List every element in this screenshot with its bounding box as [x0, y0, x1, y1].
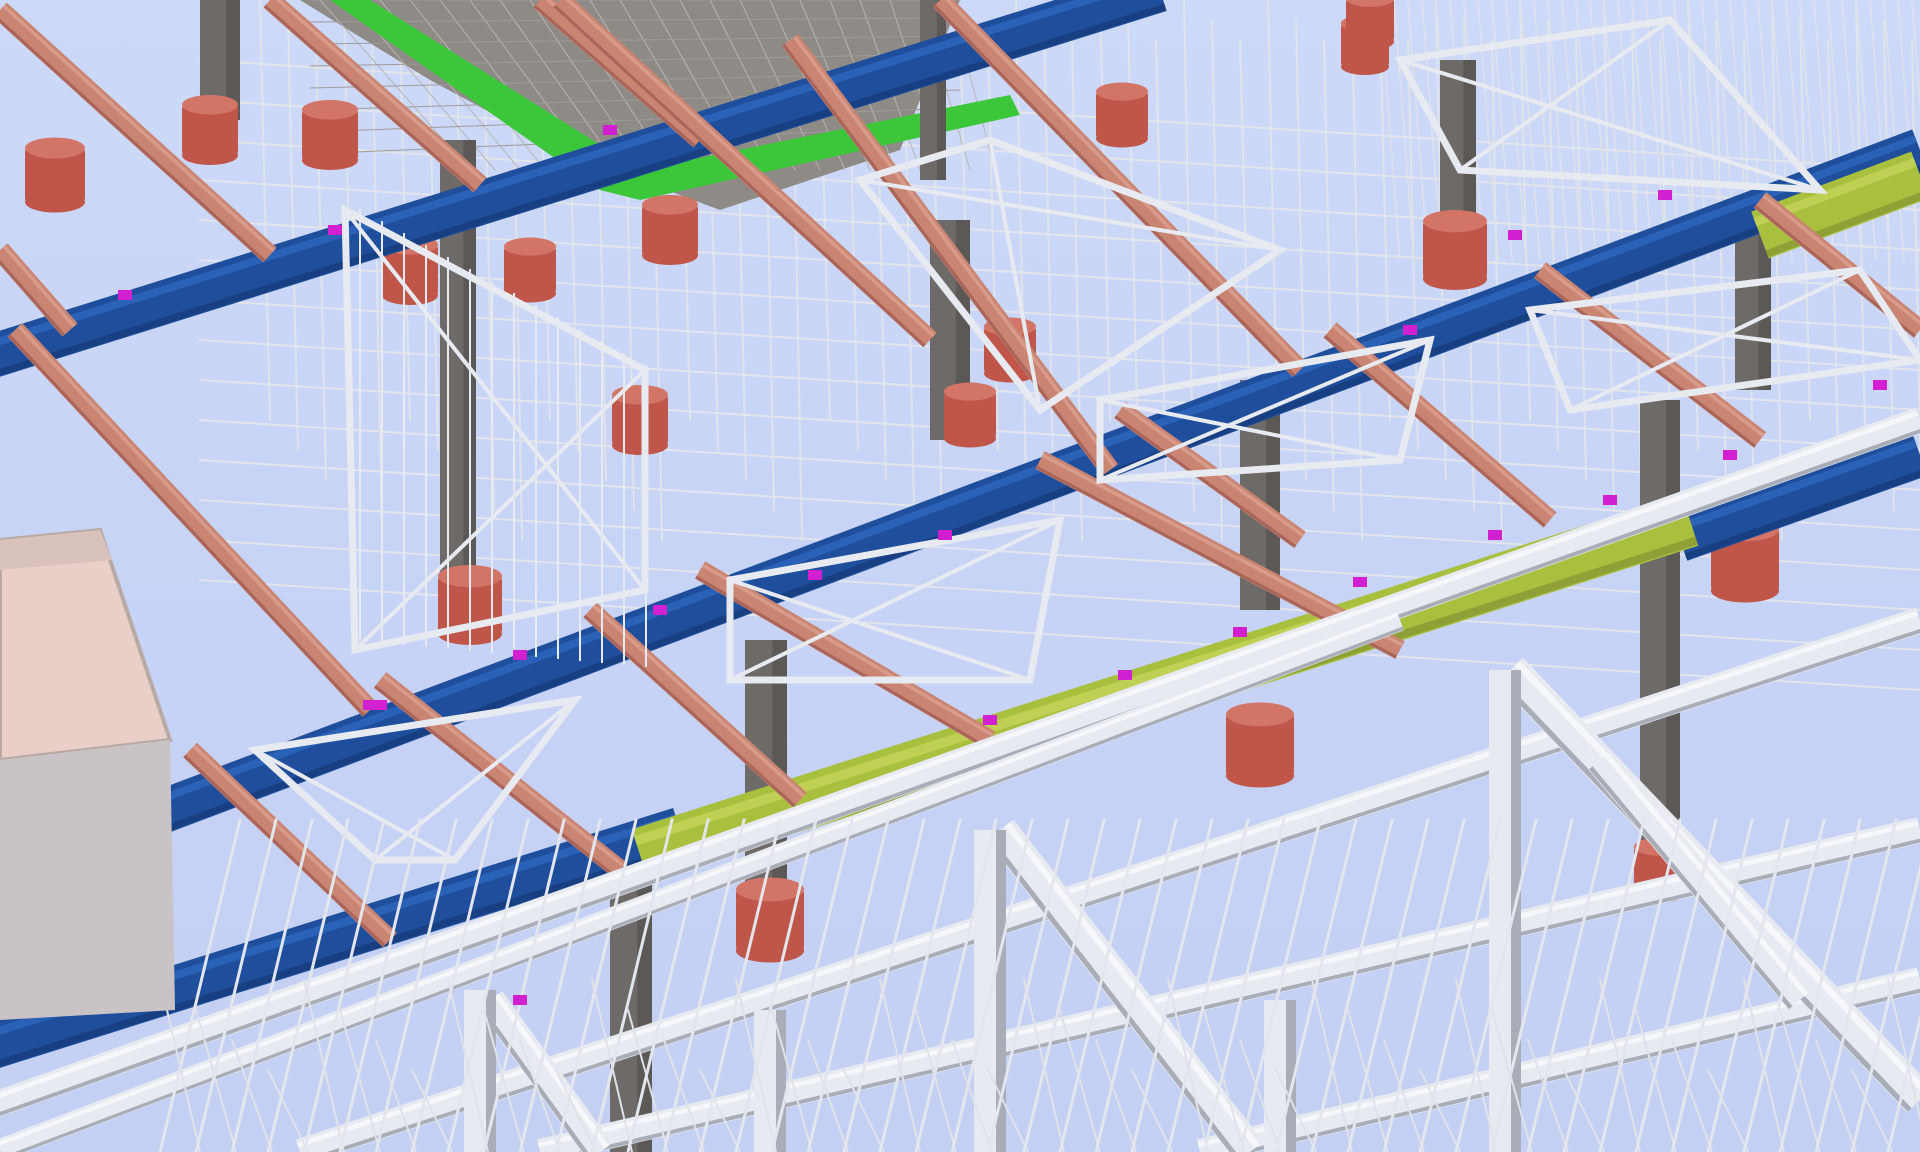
wall-block [0, 527, 175, 1020]
bracket-21 [513, 995, 527, 1005]
bracket-18 [1508, 230, 1522, 240]
bracket-8 [808, 570, 822, 580]
bracket-19 [1658, 190, 1672, 200]
bim-scene[interactable] [0, 0, 1920, 1152]
bracket-15 [1603, 495, 1617, 505]
bracket-12 [1233, 627, 1247, 637]
model-viewport[interactable] [0, 0, 1920, 1152]
bracket-3 [603, 125, 617, 135]
bracket-2 [328, 225, 342, 235]
wall-block-front [0, 740, 175, 1020]
bracket-9 [938, 530, 952, 540]
bracket-6 [513, 650, 527, 660]
bracket-10 [983, 715, 997, 725]
bracket-20 [1403, 325, 1417, 335]
bracket-14 [1488, 530, 1502, 540]
bracket-17 [1873, 380, 1887, 390]
bracket-1 [118, 290, 132, 300]
bracket-13 [1353, 577, 1367, 587]
bracket-22 [373, 700, 387, 710]
bracket-11 [1118, 670, 1132, 680]
bracket-7 [653, 605, 667, 615]
bracket-16 [1723, 450, 1737, 460]
